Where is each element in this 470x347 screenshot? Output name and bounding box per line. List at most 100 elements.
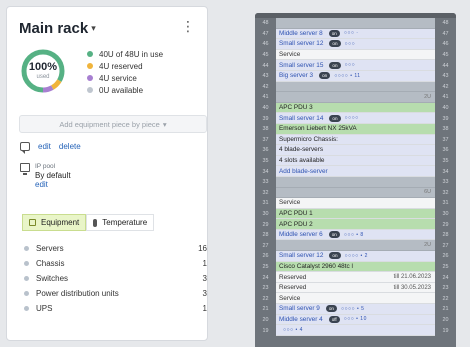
- tab-temperature[interactable]: Temperature: [86, 214, 155, 231]
- unit-number: 27: [262, 242, 269, 249]
- unit-number: 45: [262, 52, 269, 59]
- legend-dot: [87, 51, 93, 57]
- slot-label: Small server 14: [279, 114, 324, 122]
- legend-label: 4U reserved: [99, 61, 143, 71]
- rack-unit-row: 37 Supermicro Chassis: 37: [255, 134, 456, 146]
- tab-equipment[interactable]: Equipment: [22, 214, 87, 231]
- monitor-icon: [20, 163, 30, 175]
- unit-number: 23: [262, 285, 269, 292]
- empty-slot[interactable]: 2U: [276, 92, 435, 103]
- slot-label: Emerson Liebert NX 25kVA: [279, 125, 357, 133]
- rack-equipment-slot[interactable]: Service: [276, 198, 435, 209]
- port-status-icons: ○○○○: [344, 115, 359, 122]
- rack-equipment-slot[interactable]: Reserved till 30.05.2023: [276, 282, 435, 294]
- legend-dot: [87, 63, 93, 69]
- unit-number: 24: [262, 274, 269, 281]
- equipment-count: 1: [202, 304, 207, 313]
- unit-number: 19: [442, 327, 449, 334]
- rack-equipment-slot[interactable]: 4 slots available: [276, 155, 435, 167]
- equipment-name: Chassis: [36, 259, 65, 268]
- power-status-badge: on: [329, 252, 341, 260]
- list-item[interactable]: UPS 1: [24, 301, 207, 316]
- legend-dot: [87, 87, 93, 93]
- rack-equipment-slot[interactable]: Middle server 6 on ○○○ • 8: [276, 229, 435, 241]
- list-item[interactable]: Switches 3: [24, 271, 207, 286]
- rack-equipment-slot[interactable]: Supermicro Chassis:: [276, 134, 435, 146]
- port-status-icons: ○○○○ • 11: [334, 72, 361, 79]
- add-equipment-label: Add equipment piece by piece: [59, 119, 160, 129]
- port-status-icons: ○○○ • 10: [343, 316, 367, 323]
- unit-number: 40: [262, 105, 269, 112]
- rack-equipment-slot[interactable]: Small server 14 on ○○○○: [276, 113, 435, 124]
- slot-label: APC PDU 2: [279, 220, 313, 228]
- more-options-icon[interactable]: ⋮: [181, 19, 195, 33]
- usage-percent-label: used: [36, 74, 50, 80]
- unit-number: 22: [442, 295, 449, 302]
- unit-number: 29: [262, 221, 269, 228]
- bullet-icon: [24, 246, 29, 251]
- equipment-count: 1: [202, 259, 207, 268]
- equipment-count: 16: [198, 244, 207, 253]
- rack-unit-row: 44 Small server 15 on ○○○ 44: [255, 60, 456, 71]
- rack-equipment-slot[interactable]: Middle server 8 on ○○○ ·: [276, 28, 435, 40]
- rack-equipment-slot[interactable]: APC PDU 3: [276, 102, 435, 114]
- unit-number: 48: [262, 20, 269, 27]
- rack-equipment-slot[interactable]: 4 blade-servers: [276, 145, 435, 156]
- rack-title-dropdown[interactable]: Main rack ▾: [19, 20, 96, 37]
- unit-number: 35: [262, 158, 269, 165]
- comment-row: edit delete: [20, 142, 81, 154]
- list-item[interactable]: Servers 16: [24, 241, 207, 256]
- rack-equipment-slot[interactable]: APC PDU 2: [276, 219, 435, 230]
- empty-slot[interactable]: [276, 176, 435, 188]
- unit-number: 21: [262, 306, 269, 313]
- empty-slot[interactable]: [276, 18, 435, 29]
- rack-equipment-slot[interactable]: Service: [276, 49, 435, 61]
- rack-equipment-slot[interactable]: Cisco Catalyst 2960 48tc l: [276, 261, 435, 273]
- rack-details-panel: Main rack ▾ ⋮ 100% used 40U of 48U in us…: [6, 6, 208, 341]
- rack-equipment-slot[interactable]: Emerson Liebert NX 25kVA: [276, 123, 435, 135]
- rack-equipment-slot[interactable]: Big server 3 on ○○○○ • 11: [276, 70, 435, 82]
- unit-number: 45: [442, 52, 449, 59]
- rack-equipment-slot[interactable]: ○○○ • 4: [276, 325, 435, 336]
- rack-equipment-slot[interactable]: APC PDU 1: [276, 208, 435, 220]
- unit-number: 38: [442, 126, 449, 133]
- unit-number: 35: [442, 158, 449, 165]
- rack-equipment-slot[interactable]: Small server 12 on ○○○: [276, 39, 435, 50]
- empty-slot[interactable]: 2U: [276, 240, 435, 252]
- rack-unit-row: 42 42: [255, 81, 456, 93]
- chevron-down-icon: ▾: [91, 23, 96, 33]
- empty-slot[interactable]: [276, 81, 435, 93]
- equipment-name: UPS: [36, 304, 53, 313]
- comment-delete-link[interactable]: delete: [59, 142, 81, 151]
- unit-number: 34: [442, 168, 449, 175]
- rack-equipment-slot[interactable]: Add blade-server: [276, 166, 435, 177]
- free-units-label: 2U: [424, 242, 431, 249]
- unit-number: 23: [442, 285, 449, 292]
- add-equipment-button[interactable]: Add equipment piece by piece ▾: [19, 115, 207, 133]
- rack-unit-row: 25 Cisco Catalyst 2960 48tc l 25: [255, 261, 456, 273]
- unit-number: 32: [442, 189, 449, 196]
- slot-label: Small server 15: [279, 61, 324, 69]
- rack-unit-row: 34 Add blade-server 34: [255, 166, 456, 177]
- rack-unit-row: 21 Small server 9 on ○○○○ • 5 21: [255, 304, 456, 315]
- list-item[interactable]: Power distribution units 3: [24, 286, 207, 301]
- list-item[interactable]: Chassis 1: [24, 256, 207, 271]
- empty-slot[interactable]: 6U: [276, 187, 435, 199]
- rack-equipment-slot[interactable]: Small server 9 on ○○○○ • 5: [276, 304, 435, 315]
- unit-number: 20: [262, 316, 269, 323]
- rack-equipment-slot[interactable]: Reserved till 21.06.2023: [276, 272, 435, 283]
- rack-equipment-slot[interactable]: Service: [276, 293, 435, 305]
- rack-equipment-slot[interactable]: Small server 15 on ○○○: [276, 60, 435, 71]
- rack-equipment-slot[interactable]: Small server 12 on ○○○○ • 2: [276, 251, 435, 262]
- comment-edit-link[interactable]: edit: [38, 142, 51, 151]
- ip-pool-edit-link[interactable]: edit: [35, 180, 155, 189]
- slot-label: Reserved: [279, 284, 307, 292]
- slot-label: 4 slots available: [279, 157, 325, 165]
- legend-item-in-use: 40U of 48U in use: [87, 48, 163, 60]
- slot-label: Middle server 6: [279, 231, 323, 239]
- slot-label: Reserved: [279, 273, 307, 281]
- port-status-icons: ○○○○ • 5: [340, 305, 365, 312]
- unit-number: 43: [262, 73, 269, 80]
- rack-equipment-slot[interactable]: Middle server 4 off ○○○ • 10: [276, 314, 435, 326]
- slot-label: Middle server 4: [279, 315, 323, 323]
